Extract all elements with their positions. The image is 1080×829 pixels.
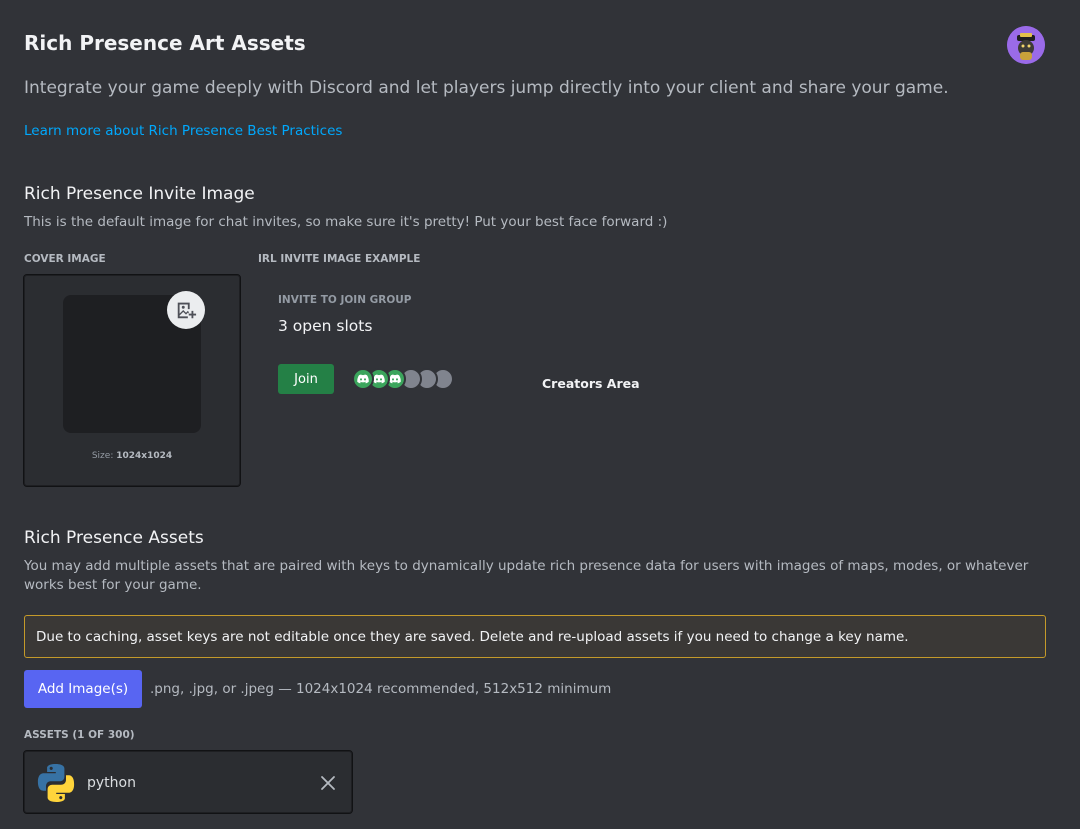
invite-eyebrow: INVITE TO JOIN GROUP xyxy=(278,294,412,306)
close-glyph xyxy=(321,776,335,790)
avatar-graphic xyxy=(1007,26,1045,64)
invite-open-slots: 3 open slots xyxy=(278,317,373,335)
add-image-glyph xyxy=(177,302,197,319)
user-avatar-icon[interactable] xyxy=(1007,26,1045,64)
party-slot-filled xyxy=(352,368,374,390)
invite-image-description: This is the default image for chat invit… xyxy=(24,214,668,230)
close-icon[interactable] xyxy=(317,772,339,794)
cover-size-text: Size: 1024x1024 xyxy=(25,451,239,461)
caching-warning: Due to caching, asset keys are not edita… xyxy=(24,615,1046,658)
join-button[interactable]: Join xyxy=(278,364,334,394)
assets-description: You may add multiple assets that are pai… xyxy=(24,558,1029,593)
assets-title: Rich Presence Assets xyxy=(24,528,204,548)
cover-image-dropzone[interactable]: Size: 1024x1024 xyxy=(23,274,241,487)
cover-size-prefix: Size: xyxy=(91,451,114,461)
creators-area-label: Creators Area xyxy=(542,376,640,391)
add-images-button[interactable]: Add Image(s) xyxy=(24,670,142,708)
add-image-icon[interactable] xyxy=(167,291,205,329)
cover-size-value: 1024x1024 xyxy=(116,451,173,461)
asset-key-name: python xyxy=(87,775,136,791)
discord-logo-icon xyxy=(357,374,369,384)
discord-logo-icon xyxy=(373,374,385,384)
python-logo-graphic xyxy=(37,764,75,802)
irl-example-label: IRL INVITE IMAGE EXAMPLE xyxy=(258,253,421,265)
python-logo-icon xyxy=(36,763,76,803)
page-description: Integrate your game deeply with Discord … xyxy=(24,78,949,98)
cover-image-label: COVER IMAGE xyxy=(24,253,106,265)
assets-count-label: ASSETS (1 OF 300) xyxy=(24,729,135,741)
page-title: Rich Presence Art Assets xyxy=(24,31,306,55)
discord-logo-icon xyxy=(389,374,401,384)
invite-image-title: Rich Presence Invite Image xyxy=(24,184,255,204)
asset-item[interactable]: python xyxy=(23,750,353,814)
caching-warning-text: Due to caching, asset keys are not edita… xyxy=(36,628,909,645)
file-format-hint: .png, .jpg, or .jpeg — 1024x1024 recomme… xyxy=(150,681,612,697)
rich-presence-art-assets-page: Rich Presence Art Assets Integrate your … xyxy=(0,0,1080,829)
learn-more-link[interactable]: Learn more about Rich Presence Best Prac… xyxy=(24,122,342,140)
